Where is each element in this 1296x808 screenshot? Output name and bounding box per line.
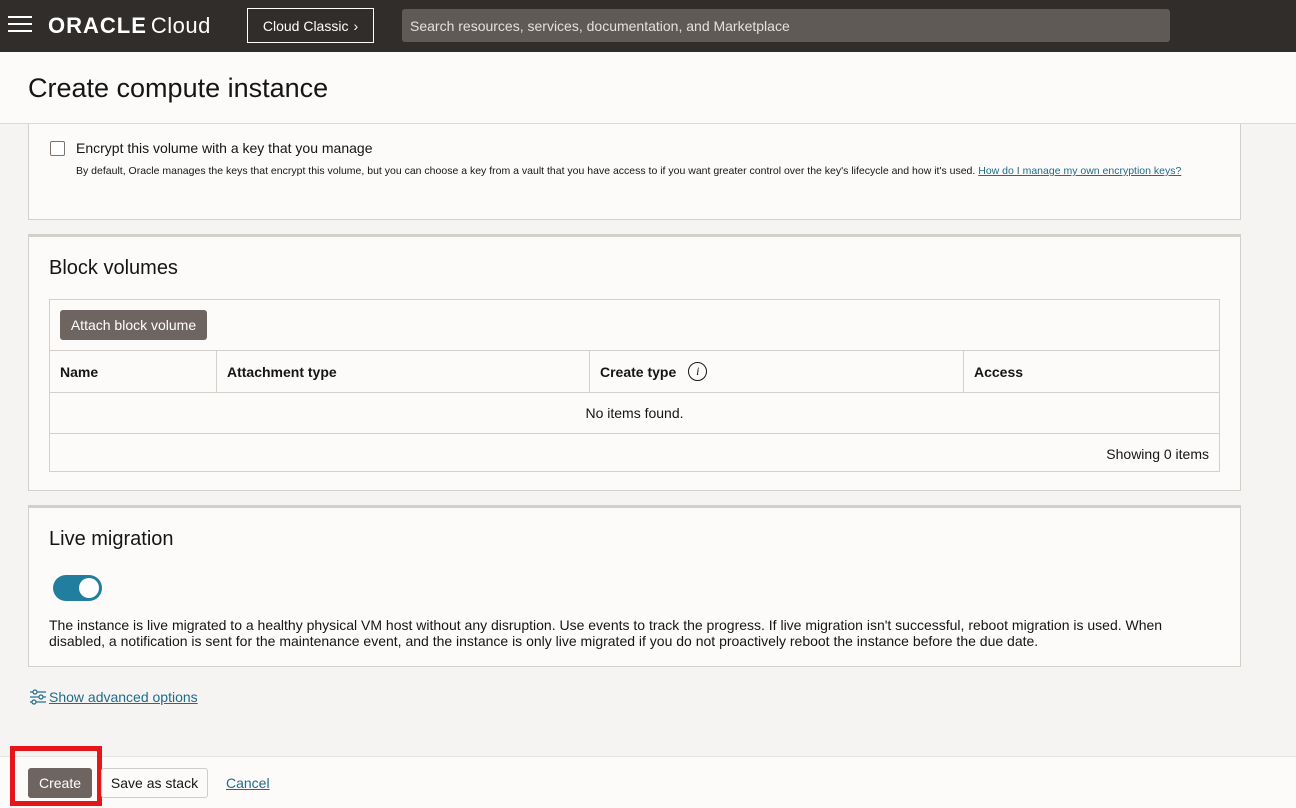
column-header-create-type[interactable]: Create type i [589, 351, 963, 392]
oracle-cloud-logo[interactable]: ORACLE Cloud [48, 13, 211, 39]
column-name-label: Name [60, 363, 99, 380]
page-title: Create compute instance [28, 73, 329, 103]
logo-brand: ORACLE [48, 13, 147, 38]
column-header-access[interactable]: Access [963, 351, 1219, 392]
column-attachment-label: Attachment type [227, 363, 337, 380]
block-volumes-table: Attach block volume Name Attachment type… [49, 299, 1220, 472]
logo-product: Cloud [150, 13, 211, 38]
live-migration-toggle[interactable] [53, 575, 102, 601]
block-volumes-title: Block volumes [49, 257, 178, 279]
save-as-stack-button[interactable]: Save as stack [101, 768, 208, 798]
encrypt-volume-checkbox[interactable] [50, 141, 65, 156]
attach-block-volume-button[interactable]: Attach block volume [60, 310, 207, 340]
show-advanced-options-link[interactable]: Show advanced options [29, 688, 198, 706]
column-header-name[interactable]: Name [50, 351, 216, 392]
empty-message: No items found. [585, 405, 684, 421]
cloud-classic-label: Cloud Classic [262, 17, 349, 34]
sliders-icon [30, 689, 46, 705]
advanced-options-label: Show advanced options [49, 689, 198, 705]
cancel-link[interactable]: Cancel [226, 775, 270, 791]
boot-volume-encryption-panel: Encrypt this volume with a key that you … [28, 124, 1241, 220]
encrypt-help-text: By default, Oracle manages the keys that… [76, 165, 976, 177]
table-empty-row: No items found. [50, 393, 1219, 434]
column-create-type-label: Create type [600, 363, 677, 380]
chevron-right-icon: › [353, 17, 359, 34]
top-navigation-bar: ORACLE Cloud Cloud Classic › Search resou… [0, 0, 1296, 52]
encrypt-volume-help: By default, Oracle manages the keys that… [76, 165, 1181, 177]
search-placeholder: Search resources, services, documentatio… [410, 17, 790, 34]
live-migration-title: Live migration [49, 528, 174, 550]
info-icon[interactable]: i [688, 362, 708, 381]
table-header: Name Attachment type Create type i Acces… [50, 350, 1219, 393]
search-input[interactable]: Search resources, services, documentatio… [402, 9, 1170, 42]
hamburger-menu-icon[interactable] [8, 16, 32, 34]
create-button[interactable]: Create [28, 768, 92, 798]
toggle-knob [79, 578, 99, 598]
column-header-attachment-type[interactable]: Attachment type [216, 351, 589, 392]
cloud-classic-button[interactable]: Cloud Classic › [247, 8, 374, 43]
encrypt-volume-label[interactable]: Encrypt this volume with a key that you … [76, 140, 372, 156]
item-count: Showing 0 items [1106, 446, 1209, 462]
live-migration-description: The instance is live migrated to a healt… [49, 617, 1163, 649]
manage-encryption-keys-link[interactable]: How do I manage my own encryption keys? [978, 165, 1181, 177]
column-access-label: Access [974, 363, 1024, 380]
block-volumes-panel: Block volumes Attach block volume Name A… [28, 234, 1241, 491]
page-header: Create compute instance [0, 52, 1296, 124]
live-migration-panel: Live migration The instance is live migr… [28, 505, 1241, 667]
